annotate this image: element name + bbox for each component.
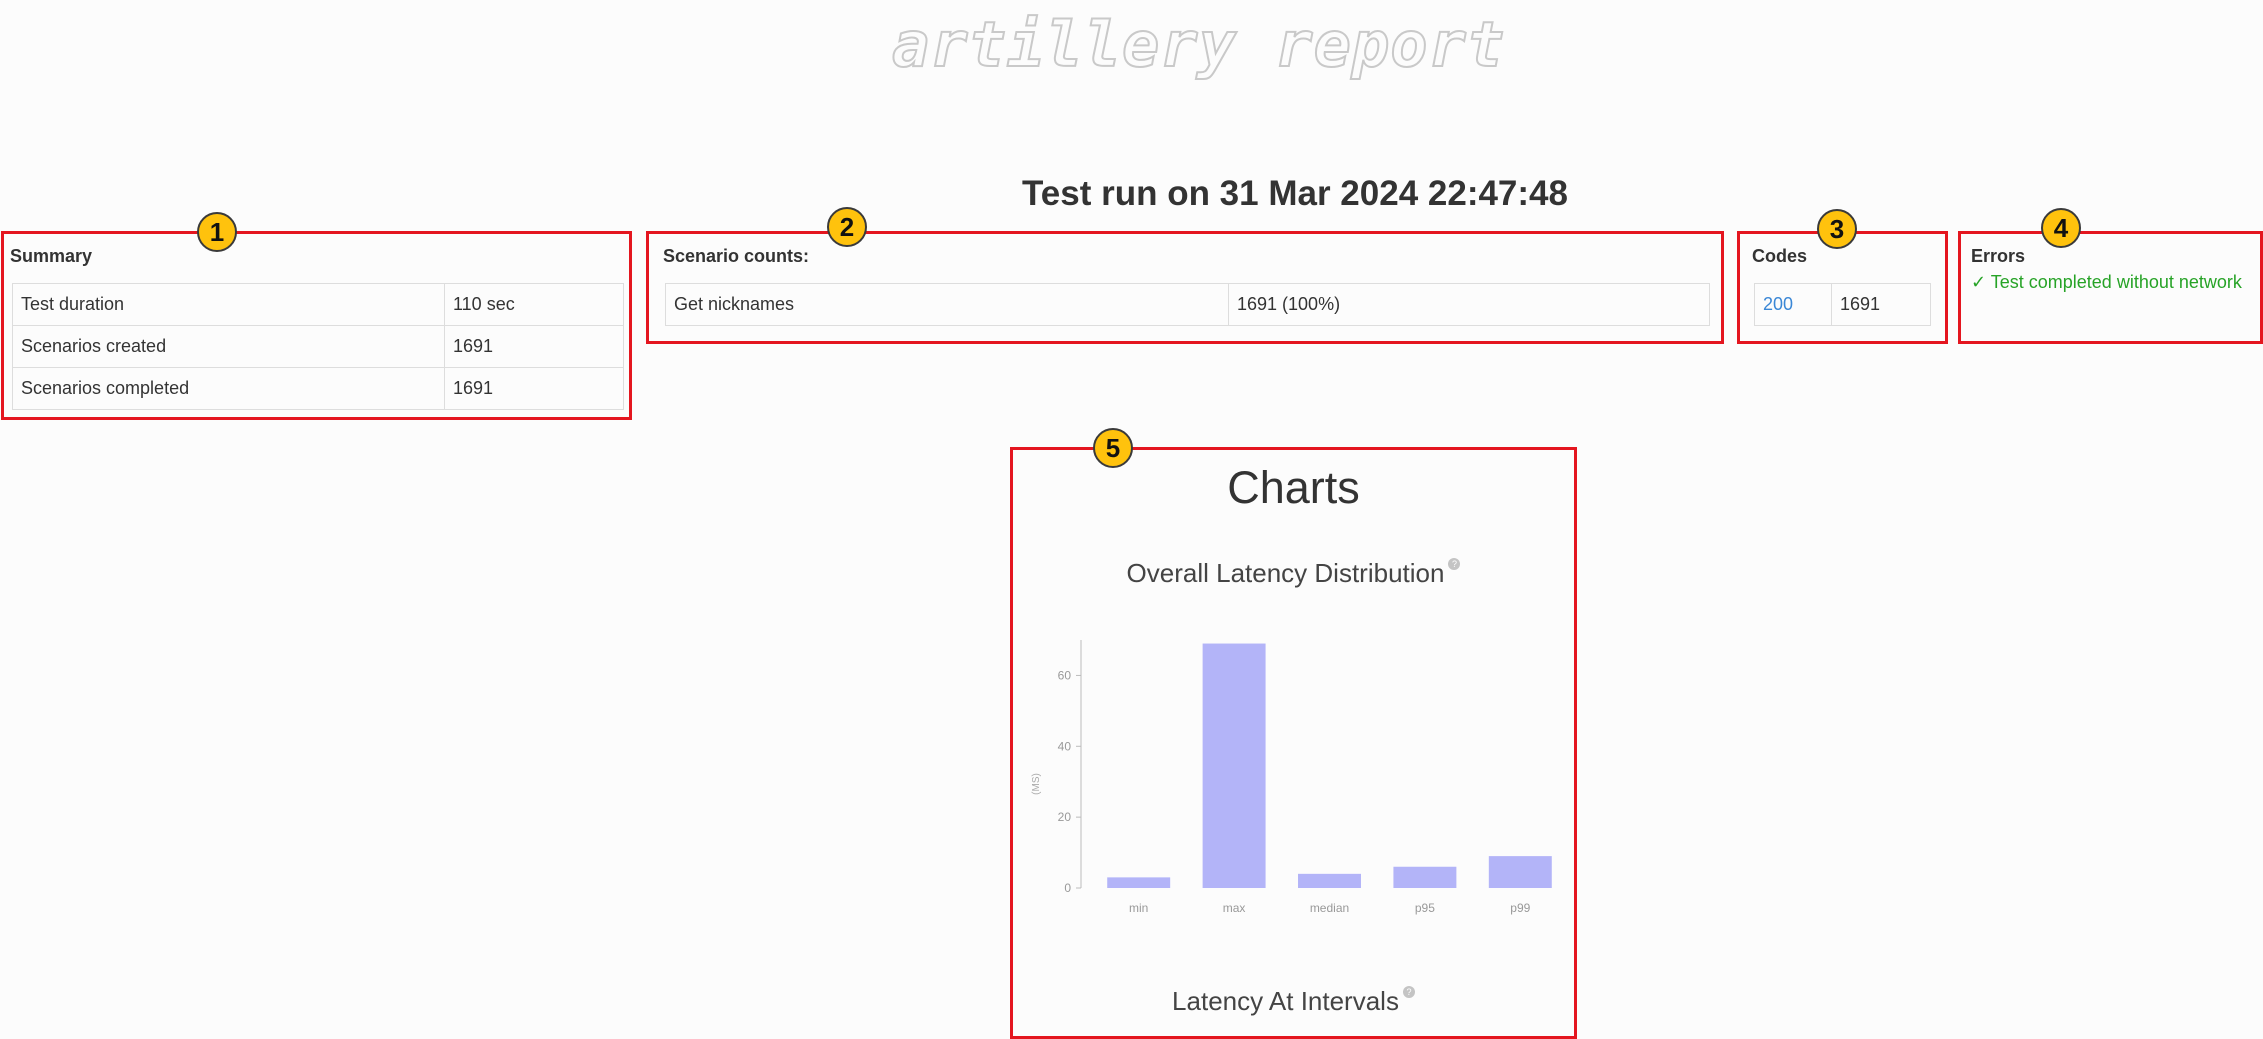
summary-value: 1691 (444, 367, 624, 410)
scenario-name: Get nicknames (665, 283, 1229, 326)
x-tick-label: p95 (1415, 901, 1435, 915)
y-tick-label: 40 (1058, 739, 1072, 753)
x-tick-label: max (1223, 901, 1246, 915)
scenario-counts-table: Get nicknames 1691 (100%) (665, 283, 1710, 326)
summary-label: Test duration (12, 283, 445, 326)
y-tick-label: 60 (1058, 668, 1072, 682)
x-tick-label: p99 (1510, 901, 1530, 915)
chart-x-labels: min max median p95 p99 (1129, 901, 1531, 915)
bar-min[interactable] (1107, 877, 1171, 888)
bar-max[interactable] (1202, 643, 1266, 888)
summary-label: Scenarios completed (12, 367, 445, 410)
bar-p99[interactable] (1488, 856, 1552, 888)
table-row: Scenarios completed 1691 (12, 367, 624, 410)
x-tick-label: min (1129, 901, 1148, 915)
errors-panel: Errors ✓ Test completed without network (1958, 231, 2263, 344)
callout-badge-3: 3 (1817, 209, 1857, 249)
scenario-counts-panel: Scenario counts: Get nicknames 1691 (100… (646, 231, 1724, 344)
errors-title: Errors (1971, 246, 2026, 266)
x-tick-label: median (1310, 901, 1349, 915)
test-run-title: Test run on 31 Mar 2024 22:47:48 (1022, 174, 1568, 213)
chart-axes: 0 20 40 60 (MS) (1031, 640, 1082, 895)
latency-intervals-title: Latency At Intervals? (1013, 986, 1574, 1017)
bar-p95[interactable] (1393, 866, 1457, 888)
scenario-counts-title: Scenario counts: (663, 246, 810, 266)
y-tick-label: 0 (1064, 881, 1071, 895)
summary-label: Scenarios created (12, 325, 445, 368)
table-row: Test duration 110 sec (12, 283, 624, 326)
bar-median[interactable] (1298, 873, 1361, 888)
table-row: Get nicknames 1691 (100%) (665, 283, 1710, 326)
summary-value: 1691 (444, 325, 624, 368)
summary-table: Test duration 110 sec Scenarios created … (12, 283, 624, 410)
latency-distribution-title: Overall Latency Distribution? (1013, 558, 1574, 589)
scenario-count: 1691 (100%) (1228, 283, 1710, 326)
summary-panel: Summary Test duration 110 sec Scenarios … (1, 231, 632, 420)
summary-title: Summary (10, 246, 93, 266)
callout-badge-5: 5 (1093, 428, 1133, 468)
latency-intervals-label: Latency At Intervals (1172, 986, 1399, 1016)
codes-table: 200 1691 (1754, 283, 1931, 326)
chart-bars (1107, 643, 1552, 888)
errors-status-message: ✓ Test completed without network (1971, 272, 2242, 292)
table-row: 200 1691 (1754, 283, 1931, 326)
artillery-report-logo: artillery report (891, 7, 1505, 84)
y-axis-label: (MS) (1031, 773, 1042, 795)
help-icon[interactable]: ? (1448, 558, 1461, 570)
logo-text: artillery report (891, 7, 1506, 82)
charts-panel: Charts Overall Latency Distribution? 0 20… (1010, 447, 1577, 1039)
latency-bar-chart: 0 20 40 60 (MS) min max median p95 p99 (1031, 640, 1552, 915)
callout-badge-4: 4 (2041, 208, 2081, 248)
summary-value: 110 sec (444, 283, 624, 326)
help-icon[interactable]: ? (1402, 986, 1415, 998)
table-row: Scenarios created 1691 (12, 325, 624, 368)
status-code-link[interactable]: 200 (1754, 283, 1832, 326)
callout-badge-1: 1 (197, 212, 237, 252)
codes-title: Codes (1752, 246, 1808, 266)
charts-heading: Charts (1227, 462, 1360, 513)
status-code-count: 1691 (1831, 283, 1931, 326)
callout-badge-2: 2 (827, 207, 867, 247)
y-tick-label: 20 (1058, 810, 1072, 824)
latency-distribution-label: Overall Latency Distribution (1126, 558, 1445, 588)
